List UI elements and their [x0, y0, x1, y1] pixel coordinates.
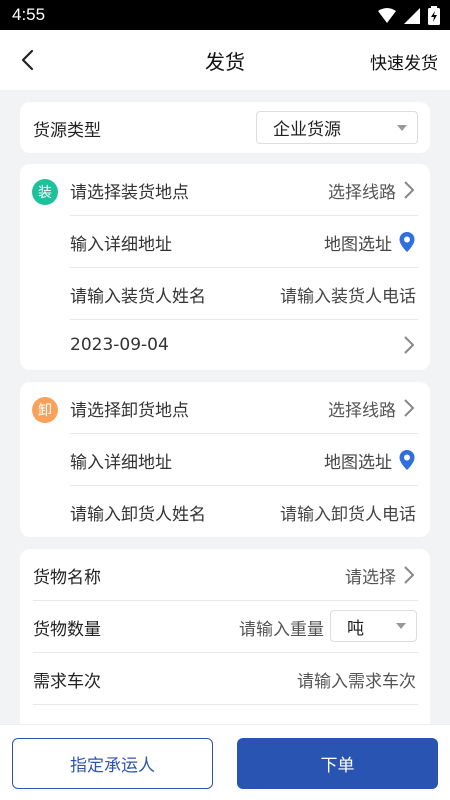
load-map-button[interactable]: 地图选址	[324, 230, 416, 255]
date-picker-button[interactable]	[402, 334, 416, 356]
load-date-row[interactable]: 2023-09-04	[70, 319, 430, 370]
assign-carrier-button[interactable]: 指定承运人	[12, 738, 213, 789]
back-arrow-icon[interactable]	[14, 46, 42, 74]
battery-icon	[428, 6, 440, 25]
unload-map-label: 地图选址	[324, 452, 392, 473]
status-icons	[378, 6, 440, 25]
bottom-action-bar: 指定承运人 下单	[0, 724, 450, 800]
unload-map-button[interactable]: 地图选址	[324, 448, 416, 473]
location-pin-icon	[399, 450, 415, 470]
load-route-label: 选择线路	[328, 182, 396, 203]
unload-place-input[interactable]: 请选择卸货地点	[70, 396, 189, 421]
cargo-name-select[interactable]: 请选择	[345, 563, 416, 588]
dropdown-caret-icon	[396, 623, 406, 629]
cargo-trips-label: 需求车次	[33, 671, 101, 692]
status-bar: 4:55	[0, 0, 450, 30]
cargo-name-row[interactable]: 货物名称 请选择	[33, 549, 430, 601]
load-map-label: 地图选址	[324, 234, 392, 255]
status-time: 4:55	[12, 5, 46, 24]
cargo-trips-row: 需求车次 请输入需求车次	[33, 653, 430, 705]
place-order-button[interactable]: 下单	[237, 738, 438, 789]
unload-card: 卸 请选择卸货地点 选择线路 输入详细地址 地图选址 请输入卸货人姓名 请输入卸…	[20, 382, 430, 537]
chevron-right-icon	[404, 566, 415, 584]
chevron-right-icon	[404, 399, 415, 417]
unload-badge: 卸	[32, 397, 58, 423]
unload-route-button[interactable]: 选择线路	[328, 396, 416, 421]
load-place-row[interactable]: 请选择装货地点 选择线路	[70, 164, 430, 216]
cargo-weight-input[interactable]: 请输入重量	[239, 615, 324, 640]
load-route-button[interactable]: 选择线路	[328, 178, 416, 203]
load-card: 装 请选择装货地点 选择线路 输入详细地址 地图选址 请输入装货人姓名 请输入装…	[20, 164, 430, 370]
unload-phone-input[interactable]: 请输入卸货人电话	[280, 500, 416, 525]
unload-address-row[interactable]: 输入详细地址 地图选址	[70, 434, 430, 486]
unload-place-row[interactable]: 请选择卸货地点 选择线路	[70, 382, 430, 434]
load-phone-input[interactable]: 请输入装货人电话	[280, 282, 416, 307]
source-type-label: 货源类型	[33, 121, 101, 141]
load-place-input[interactable]: 请选择装货地点	[70, 178, 189, 203]
source-type-card: 货源类型 企业货源	[20, 102, 430, 153]
unload-name-input[interactable]: 请输入卸货人姓名	[70, 500, 206, 525]
cargo-name-label: 货物名称	[33, 567, 101, 588]
location-pin-icon	[399, 232, 415, 252]
chevron-right-icon	[404, 336, 415, 354]
nav-bar: 发货 快速发货	[0, 30, 450, 90]
load-name-input[interactable]: 请输入装货人姓名	[70, 282, 206, 307]
signal-icon	[404, 7, 420, 24]
load-address-row[interactable]: 输入详细地址 地图选址	[70, 216, 430, 268]
load-address-input[interactable]: 输入详细地址	[70, 230, 172, 255]
unit-select[interactable]: 吨	[330, 610, 417, 642]
load-badge: 装	[32, 179, 58, 205]
dropdown-caret-icon	[397, 124, 407, 131]
unit-value: 吨	[347, 618, 364, 639]
unload-address-input[interactable]: 输入详细地址	[70, 448, 172, 473]
cargo-qty-label: 货物数量	[33, 619, 101, 640]
quick-ship-button[interactable]: 快速发货	[370, 49, 438, 74]
unload-route-label: 选择线路	[328, 400, 396, 421]
source-type-select[interactable]: 企业货源	[256, 111, 418, 144]
load-date-value: 2023-09-04	[70, 335, 169, 355]
chevron-right-icon	[404, 181, 415, 199]
load-contact-row: 请输入装货人姓名 请输入装货人电话	[70, 268, 430, 320]
unload-contact-row: 请输入卸货人姓名 请输入卸货人电话	[70, 486, 430, 537]
cargo-card: 货物名称 请选择 货物数量 请输入重量 吨 需求车次 请输入需求车次 单车重量 …	[20, 549, 430, 749]
cargo-name-value: 请选择	[345, 567, 396, 588]
cargo-trips-input[interactable]: 请输入需求车次	[297, 667, 416, 692]
wifi-icon	[378, 7, 396, 23]
source-type-value: 企业货源	[273, 120, 341, 140]
